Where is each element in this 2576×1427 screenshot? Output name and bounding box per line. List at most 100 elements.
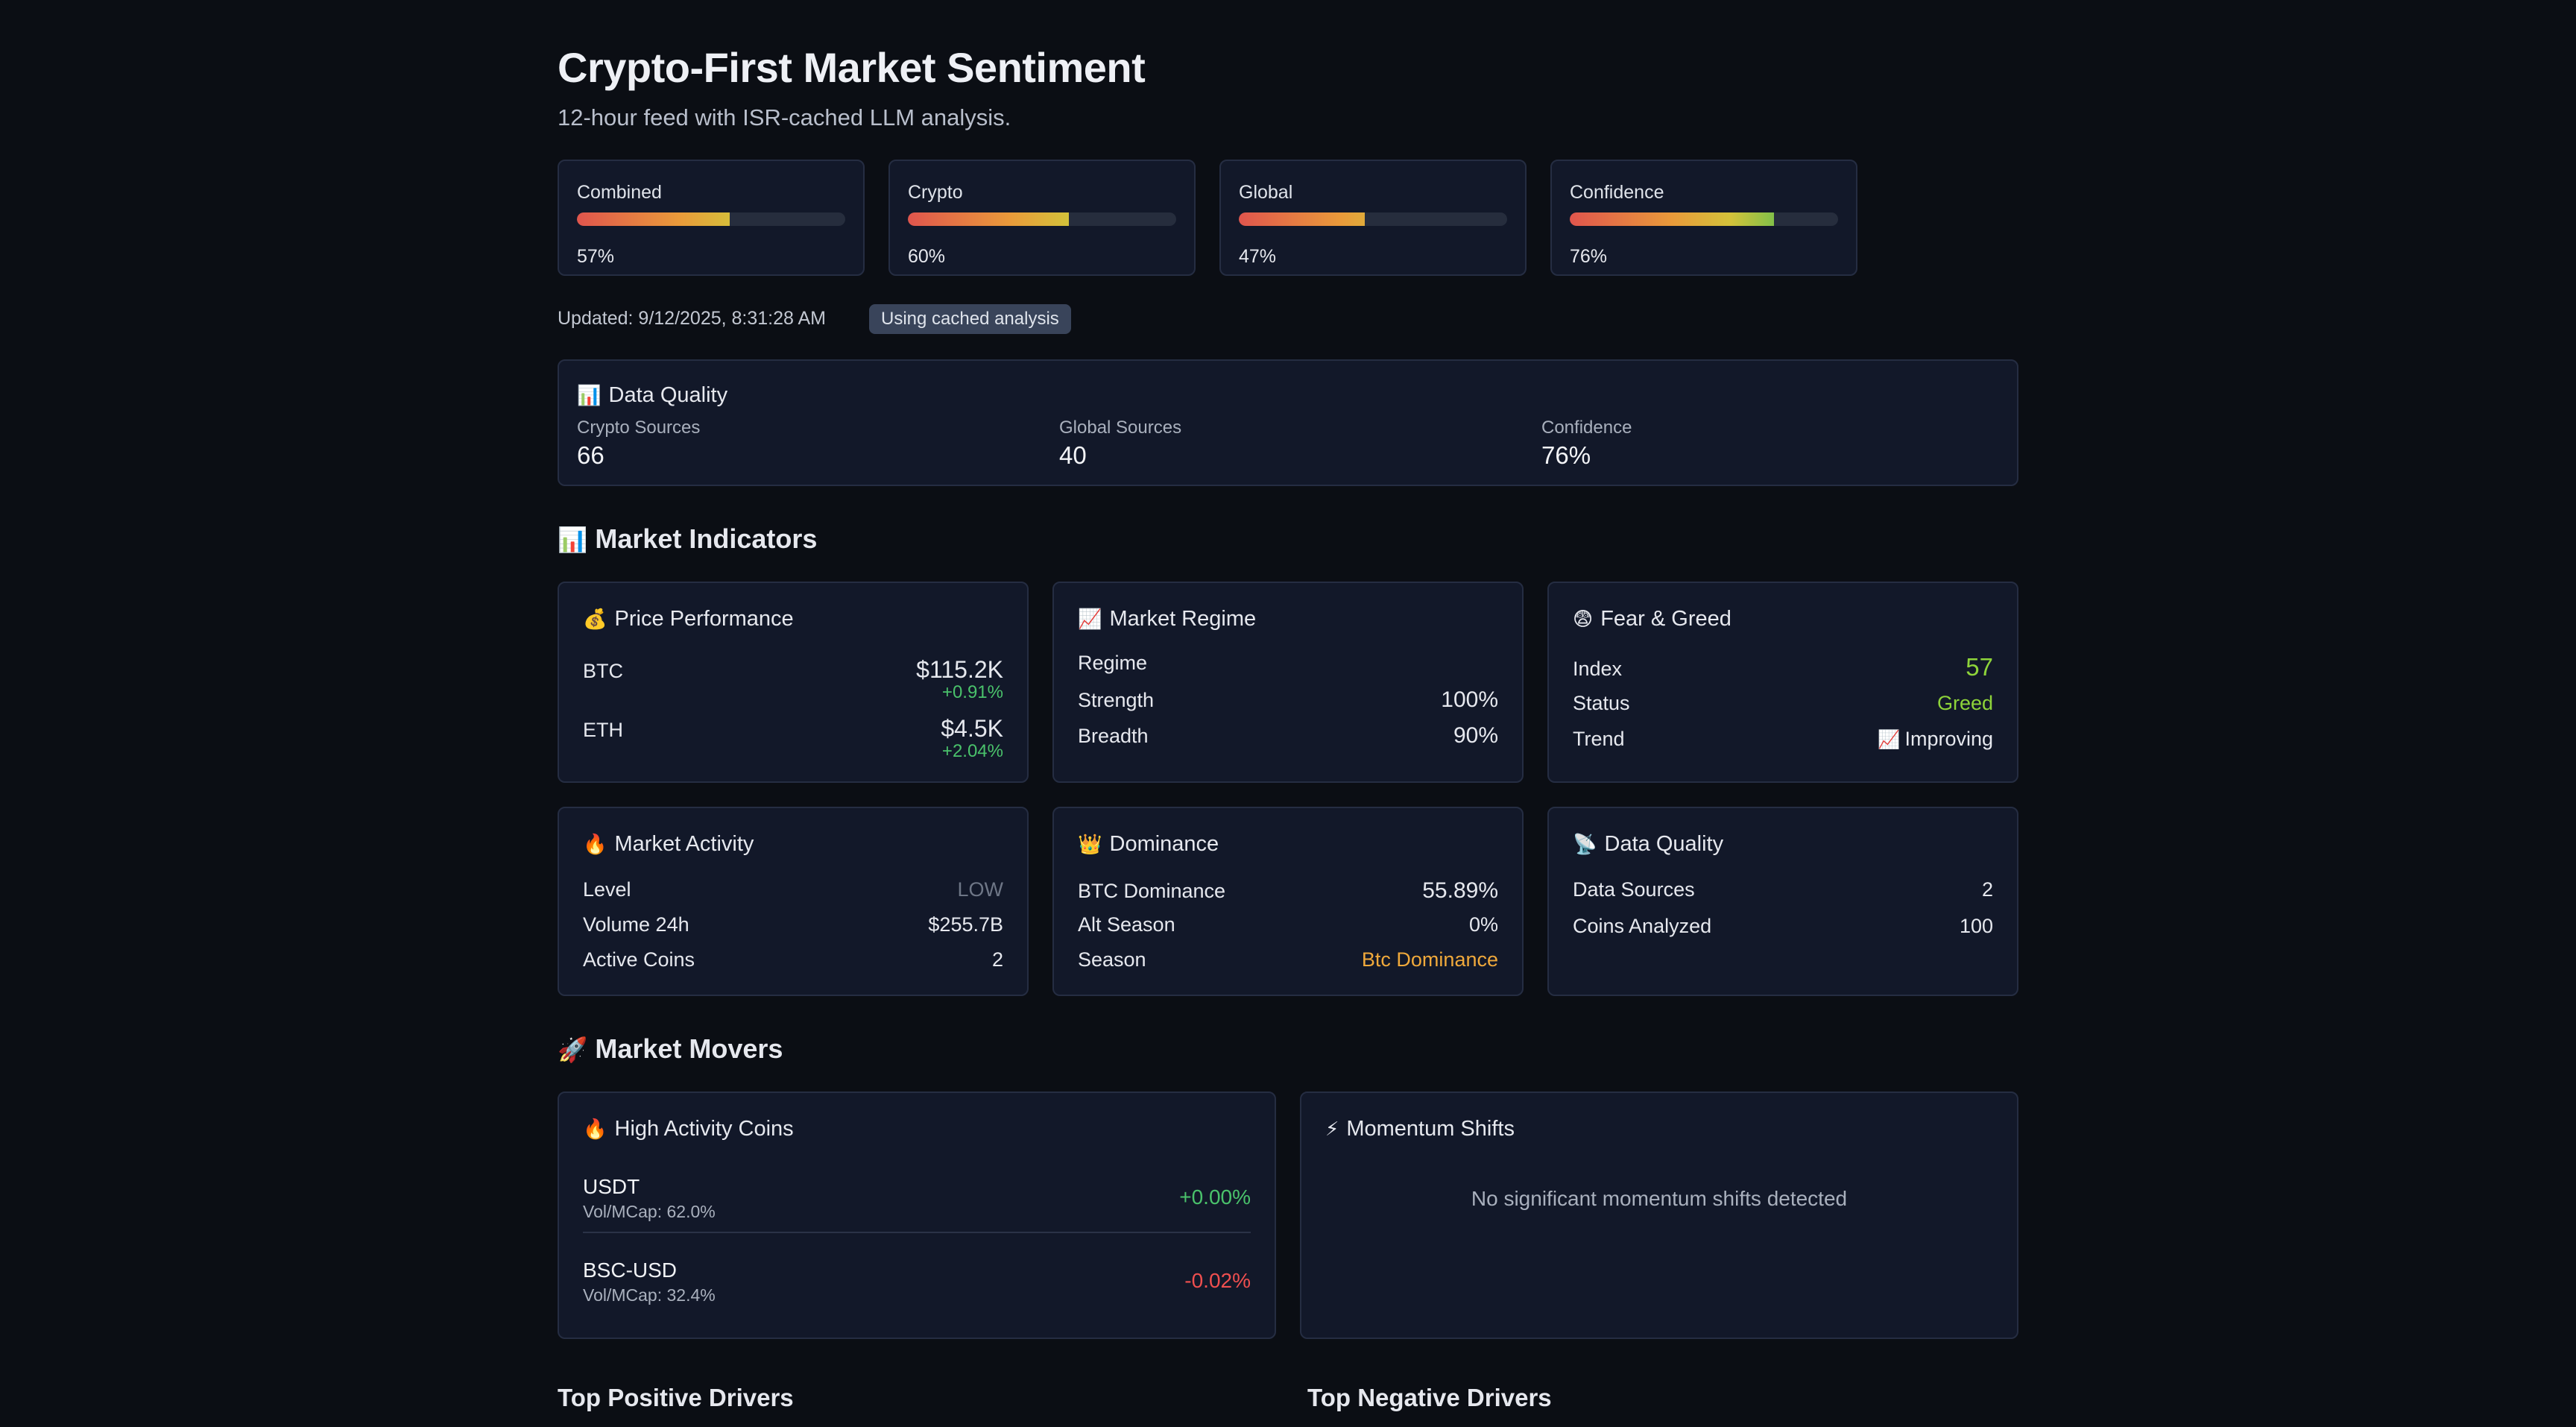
gauge-value: 60% [908, 246, 946, 267]
fire-icon: 🔥 [583, 1118, 607, 1140]
fg-status-row: Status Greed [1573, 692, 1993, 715]
chart-up-icon: 📈 [1078, 608, 1102, 630]
gauge-label: Confidence [1570, 182, 1664, 203]
row-label: ETH [583, 719, 623, 741]
row-label: Data Sources [1573, 878, 1695, 901]
card-title: 📡 Data Quality [1573, 832, 1724, 856]
breadth-row: Breadth 90% [1078, 723, 1498, 749]
gauge-label: Combined [577, 182, 662, 203]
stat-value: 76% [1541, 441, 1591, 469]
card-title: 📈 Market Regime [1078, 607, 1257, 631]
row-value: 90% [1453, 723, 1498, 748]
fire-icon: 🔥 [583, 833, 607, 855]
alt-season-value: 0% [1468, 913, 1498, 936]
list-item[interactable]: BSC-USD Vol/MCap: 32.4% -0.02% [583, 1259, 1251, 1326]
coin-name: USDT [583, 1175, 640, 1198]
fear-greed-index: 57 [1966, 653, 1993, 681]
dominance-card: 👑 Dominance BTC Dominance 55.89% Alt Seas… [1052, 807, 1524, 996]
row-value: 100% [1441, 687, 1498, 712]
data-quality-summary: 📊 Data Quality Crypto Sources 66 Global S… [558, 359, 2018, 486]
row-label: Index [1573, 658, 1623, 680]
row-label: Season [1078, 948, 1146, 971]
gauge-fill [1570, 212, 1774, 226]
card-title: ⚡ Momentum Shifts [1325, 1117, 1515, 1141]
gauge-value: 47% [1239, 246, 1277, 267]
crown-icon: 👑 [1078, 833, 1102, 855]
market-movers-heading: 🚀 Market Movers [558, 1033, 783, 1064]
row-label: Alt Season [1078, 913, 1175, 936]
gauge-fill [908, 212, 1069, 226]
page-title: Crypto-First Market Sentiment [558, 44, 1146, 91]
bar-chart-icon: 📊 [577, 384, 602, 406]
gauge-track [1570, 212, 1838, 226]
eth-change: +2.04% [941, 741, 1003, 761]
fg-trend-row: Trend 📈 Improving [1573, 728, 1993, 751]
stat-label: Global Sources [1059, 418, 1182, 438]
stat-value: 66 [577, 441, 604, 469]
fg-index-row: Index 57 [1573, 653, 1993, 681]
market-regime-card: 📈 Market Regime Regime Strength 100% Brea… [1052, 582, 1524, 783]
gauge-combined: Combined 57% [558, 160, 865, 276]
empty-state-text: No significant momentum shifts detected [1471, 1187, 1848, 1210]
data-quality-card: 📡 Data Quality Data Sources 2 Coins Analy… [1547, 807, 2018, 996]
money-bag-icon: 💰 [583, 608, 607, 630]
regime-row: Regime [1078, 652, 1498, 675]
btc-change: +0.91% [941, 682, 1003, 702]
chart-up-icon: 📈 [1878, 730, 1901, 750]
eth-price-row: ETH $4.5K +2.04% [583, 715, 1003, 762]
gauge-crypto: Crypto 60% [888, 160, 1196, 276]
market-indicators-heading: 📊 Market Indicators [558, 523, 818, 554]
season-row: Season Btc Dominance [1078, 948, 1498, 971]
row-label: BTC [583, 660, 623, 682]
trend-value: 📈 Improving [1878, 728, 1993, 750]
gauge-label: Global [1239, 182, 1293, 203]
stat-value: 40 [1059, 441, 1087, 469]
data-sources-row: Data Sources 2 [1573, 878, 1993, 901]
stat-label: Confidence [1541, 418, 1632, 438]
gauge-track [1239, 212, 1507, 226]
coin-meta: Vol/MCap: 32.4% [583, 1285, 716, 1305]
coin-change: +0.00% [1179, 1185, 1251, 1209]
gauge-fill [1239, 212, 1366, 226]
updated-timestamp: Updated: 9/12/2025, 8:31:28 AM [558, 308, 826, 329]
lightning-icon: ⚡ [1325, 1118, 1339, 1140]
volume-value: $255.7B [928, 913, 1003, 936]
btc-dominance-row: BTC Dominance 55.89% [1078, 878, 1498, 904]
satellite-dish-icon: 📡 [1573, 833, 1597, 855]
row-label: Regime [1078, 652, 1148, 674]
crypto-sources-stat: Crypto Sources 66 [577, 418, 700, 470]
price-performance-card: 💰 Price Performance BTC $115.2K +0.91% ET… [558, 582, 1029, 783]
cache-status-badge: Using cached analysis [869, 304, 1071, 334]
momentum-shifts-card: ⚡ Momentum Shifts No significant momentum… [1300, 1091, 2018, 1339]
row-label: Breadth [1078, 725, 1149, 747]
activity-level-row: Level LOW [583, 878, 1003, 901]
row-label: Level [583, 878, 631, 901]
coins-analyzed-value: 100 [1959, 915, 1993, 937]
top-negative-drivers-heading: Top Negative Drivers [1307, 1384, 1552, 1411]
active-coins-value: 2 [991, 948, 1003, 971]
row-label: Coins Analyzed [1573, 915, 1712, 937]
activity-level: LOW [957, 878, 1003, 901]
gauge-global: Global 47% [1219, 160, 1527, 276]
top-positive-drivers-heading: Top Positive Drivers [558, 1384, 794, 1411]
fear-greed-card: 😨 Fear & Greed Index 57 Status Greed Tren… [1547, 582, 2018, 783]
page-subtitle: 12-hour feed with ISR-cached LLM analysi… [558, 104, 1011, 130]
confidence-stat: Confidence 76% [1541, 418, 1632, 470]
season-value: Btc Dominance [1361, 948, 1498, 971]
fear-greed-status: Greed [1936, 692, 1993, 714]
row-label: Status [1573, 692, 1630, 714]
card-title: 🔥 Market Activity [583, 832, 754, 856]
btc-price: $115.2K [916, 656, 1003, 683]
gauge-value: 76% [1570, 246, 1608, 267]
row-label: Strength [1078, 689, 1155, 711]
coin-meta: Vol/MCap: 62.0% [583, 1202, 716, 1221]
row-label: Active Coins [583, 948, 695, 971]
row-label: BTC Dominance [1078, 880, 1226, 902]
coin-name: BSC-USD [583, 1259, 678, 1282]
coins-analyzed-row: Coins Analyzed 100 [1573, 915, 1993, 938]
data-sources-value: 2 [1981, 878, 1993, 901]
gauge-track [908, 212, 1176, 226]
alt-season-row: Alt Season 0% [1078, 913, 1498, 936]
row-value-group: $4.5K +2.04% [941, 715, 1003, 762]
data-quality-title: 📊 Data Quality [577, 383, 728, 407]
